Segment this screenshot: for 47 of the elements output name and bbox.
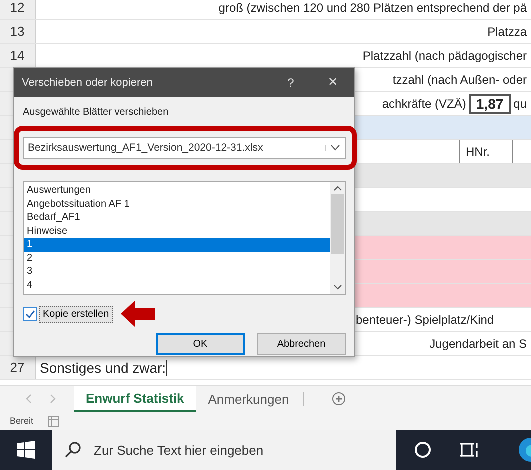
status-text: Bereit [10,416,34,426]
row-header[interactable]: 12 [0,0,36,19]
table-cell: HNr. [459,140,513,163]
row-header[interactable]: 14 [0,44,36,67]
cell-mode-icon [48,416,59,426]
scroll-down-icon[interactable] [334,285,342,290]
browser-icon[interactable] [518,438,531,462]
cell-text: benteuer-) Spielplatz/Kind [356,312,494,326]
cell-text: Jugendarbeit an S [430,336,527,350]
windows-icon [17,441,35,459]
taskbar-search-field[interactable]: Zur Suche Text hier eingeben [52,430,396,470]
checkbox-label[interactable]: Kopie erstellen [39,306,114,322]
list-item[interactable]: Auswertungen [24,184,330,198]
copy-checkbox[interactable] [23,307,37,321]
sheet-tab[interactable]: Enwurf Statistik [74,386,196,412]
sheet-tab[interactable]: Anmerkungen [196,386,302,412]
add-sheet-icon[interactable] [332,392,346,406]
cell-text: tzzahl (nach Außen- oder [392,72,527,86]
cell-text: groß (zwischen 120 und 280 Plätzen entsprechend der pä [218,0,527,14]
ok-button[interactable]: OK [156,333,245,355]
edit-cell[interactable]: Sonstiges und zwar: [40,360,168,376]
list-item[interactable]: Angebotssituation AF 1 [24,198,330,211]
list-item[interactable]: 3 [24,265,330,278]
dialog-title: Verschieben oder kopieren [22,76,153,88]
cell-text: qu [514,96,527,110]
annotation-arrow [121,301,156,327]
help-button[interactable]: ? [270,72,312,92]
value-cell: 1,87 [469,94,511,114]
list-item[interactable]: 4 [24,278,330,292]
search-icon [64,441,82,459]
list-item[interactable]: Bedarf_AF1 [24,211,330,224]
cell-text: achkräfte (VZÄ) [382,96,466,110]
scrollbar[interactable] [330,182,345,294]
cancel-button[interactable]: Abbrechen [257,333,346,355]
close-button[interactable]: × [312,72,354,92]
list-item[interactable]: Hinweise [24,224,330,238]
cell-text: Platzzahl (nach pädagogischer [362,48,527,62]
row-header[interactable]: 27 [0,356,36,379]
list-item[interactable]: 2 [24,252,330,265]
row-header[interactable]: 13 [0,20,36,43]
dialog-heading: Ausgewählte Blätter verschieben [23,107,170,118]
cell-text: Platzza [488,24,527,38]
circle-icon[interactable] [414,441,432,459]
scroll-up-icon[interactable] [334,186,342,191]
workbook-dropdown[interactable]: Bezirksauswertung_AF1_Version_2020-12-31.xlsx [23,137,346,159]
task-view-icon[interactable] [460,441,480,459]
list-item[interactable]: 1 [24,238,330,252]
